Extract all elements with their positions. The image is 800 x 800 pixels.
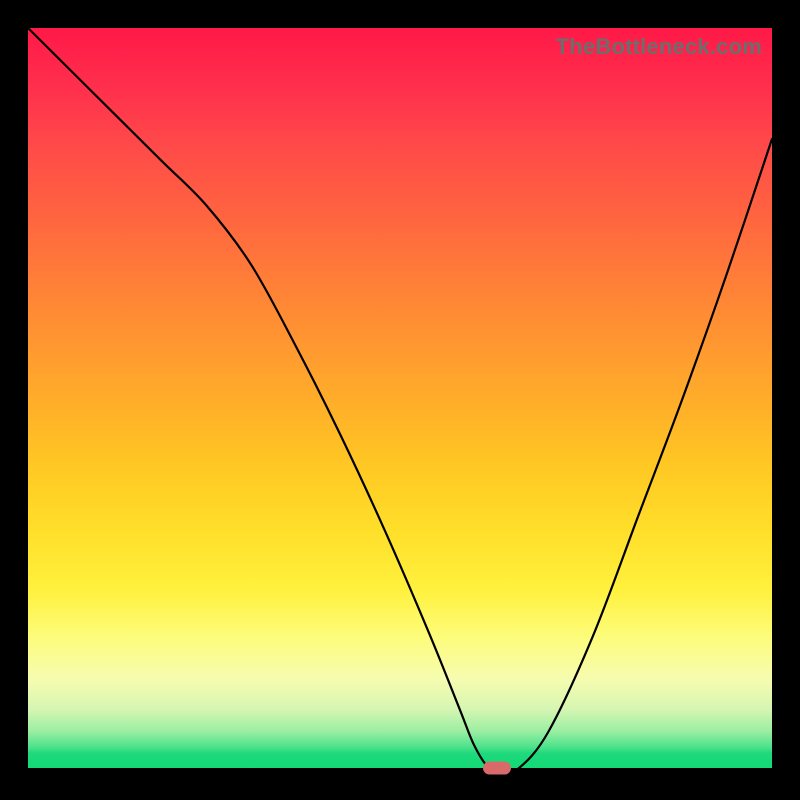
optimal-marker bbox=[483, 762, 511, 775]
chart-frame: TheBottleneck.com bbox=[0, 0, 800, 800]
plot-area: TheBottleneck.com bbox=[28, 28, 772, 768]
bottleneck-curve bbox=[28, 28, 772, 768]
